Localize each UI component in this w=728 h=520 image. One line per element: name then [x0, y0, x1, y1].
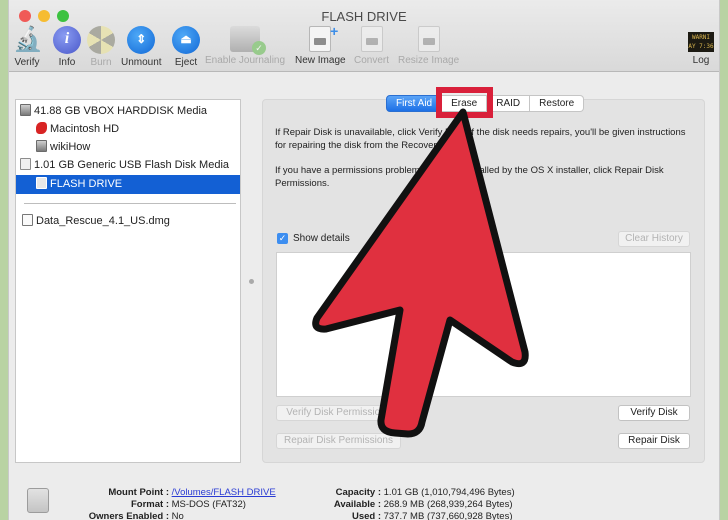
disk-utility-window: FLASH DRIVE 🔬 Verify i Info Burn ⇕ Unmou… [8, 0, 720, 520]
sidebar-item-label: 41.88 GB VBOX HARDDISK Media [34, 105, 208, 117]
toolbar-label: Unmount [121, 57, 162, 68]
toolbar-label: Verify [14, 57, 40, 68]
toolbar-label: Enable Journaling [205, 55, 286, 66]
toolbar-log-button[interactable]: WARNI AY 7:36 Log [688, 26, 714, 66]
toolbar-label: Burn [90, 57, 112, 68]
repair-disk-permissions-button[interactable]: Repair Disk Permissions [276, 433, 401, 449]
tab-first-aid[interactable]: First Aid [386, 95, 443, 112]
sidebar-item-wikihow[interactable]: wikiHow [16, 138, 240, 157]
tab-erase[interactable]: Erase [442, 95, 488, 112]
first-aid-paragraph-2: If you have a permissions problem with a… [275, 165, 664, 189]
clear-history-button[interactable]: Clear History [618, 231, 690, 247]
toolbar-info-button[interactable]: i Info [53, 26, 81, 68]
sidebar-item-dmg[interactable]: Data_Rescue_4.1_US.dmg [16, 212, 240, 231]
info-capacity: Capacity : 1.01 GB (1,010,794,496 Bytes) [335, 487, 515, 498]
info-available: Available : 268.9 MB (268,939,264 Bytes) [333, 499, 513, 510]
show-details-checkbox[interactable]: ✓ [277, 233, 288, 244]
toolbar-label: Info [58, 57, 76, 68]
mount-point-link[interactable]: /Volumes/FLASH DRIVE [172, 487, 276, 498]
volume-icon [36, 140, 47, 152]
window-title: FLASH DRIVE [321, 9, 407, 24]
microscope-icon: 🔬 [13, 26, 43, 53]
disk-info-bar: Mount Point : /Volumes/FLASH DRIVE Forma… [9, 470, 719, 520]
toolbar-eject-button[interactable]: ⏏ Eject [172, 26, 200, 68]
info-owners-enabled: Owners Enabled : No [88, 511, 184, 520]
details-log-area[interactable] [276, 252, 691, 397]
sidebar-item-label: 1.01 GB Generic USB Flash Disk Media [34, 159, 230, 171]
show-details-label: Show details [293, 233, 350, 244]
info-format: Format : MS-DOS (FAT32) [131, 499, 246, 510]
repair-disk-button[interactable]: Repair Disk [618, 433, 690, 449]
burn-icon [87, 26, 115, 54]
toolbar-verify-button[interactable]: 🔬 Verify [13, 26, 43, 68]
first-aid-paragraph-1: If Repair Disk is unavailable, click Ver… [275, 127, 686, 151]
sidebar-item-usb-flash-disk[interactable]: 1.01 GB Generic USB Flash Disk Media [16, 156, 240, 175]
new-image-icon: + [309, 23, 338, 52]
toolbar-label: Convert [354, 55, 390, 66]
dmg-icon [22, 214, 33, 226]
toolbar-resize-image-button[interactable]: Resize Image [398, 26, 459, 66]
info-icon: i [53, 26, 81, 54]
convert-icon [360, 26, 383, 52]
show-details-row[interactable]: ✓ Show details [277, 233, 350, 244]
resize-image-icon [417, 26, 440, 52]
log-icon: WARNI AY 7:36 [688, 32, 714, 52]
tab-bar: First Aid Erase RAID Restore [386, 95, 585, 112]
sidebar-item-label: wikiHow [50, 141, 91, 153]
toolbar-new-image-button[interactable]: + New Image [295, 23, 346, 66]
sidebar-divider [24, 203, 236, 204]
disk-list-sidebar: 41.88 GB VBOX HARDDISK Media Macintosh H… [15, 99, 241, 463]
toolbar-label: Log [692, 55, 710, 66]
sidebar-item-label: Data_Rescue_4.1_US.dmg [36, 215, 170, 227]
unmount-icon: ⇕ [127, 26, 156, 54]
toolbar-label: New Image [295, 55, 346, 66]
macintosh-hd-icon [36, 122, 47, 134]
toolbar-burn-button[interactable]: Burn [87, 26, 115, 68]
toolbar-label: Resize Image [398, 55, 460, 66]
sidebar-item-macintosh-hd[interactable]: Macintosh HD [16, 120, 240, 139]
titlebar: FLASH DRIVE 🔬 Verify i Info Burn ⇕ Unmou… [9, 0, 719, 72]
usb-disk-icon [20, 158, 31, 170]
info-used: Used : 737.7 MB (737,660,928 Bytes) [351, 511, 513, 520]
toolbar-unmount-button[interactable]: ⇕ Unmount [121, 26, 162, 68]
sidebar-item-vbox-harddisk[interactable]: 41.88 GB VBOX HARDDISK Media [16, 102, 240, 121]
eject-icon: ⏏ [172, 26, 200, 54]
toolbar-convert-button[interactable]: Convert [354, 26, 389, 66]
sidebar-item-flash-drive[interactable]: FLASH DRIVE [16, 175, 240, 194]
verify-disk-permissions-button[interactable]: Verify Disk Permissions [276, 405, 401, 421]
toolbar-enable-journaling-button[interactable]: ✓ Enable Journaling [205, 26, 285, 66]
journaling-icon: ✓ [230, 26, 267, 55]
tab-restore[interactable]: Restore [530, 95, 585, 112]
info-mount-point: Mount Point : /Volumes/FLASH DRIVE [108, 487, 276, 498]
sidebar-item-label: FLASH DRIVE [50, 178, 123, 190]
usb-volume-icon [36, 177, 47, 189]
verify-disk-button[interactable]: Verify Disk [618, 405, 690, 421]
toolbar-label: Eject [174, 57, 198, 68]
sidebar-item-label: Macintosh HD [50, 123, 120, 135]
split-view-handle[interactable] [249, 279, 254, 284]
hard-disk-icon [20, 104, 31, 116]
tab-raid[interactable]: RAID [487, 95, 531, 112]
drive-icon [27, 488, 49, 513]
